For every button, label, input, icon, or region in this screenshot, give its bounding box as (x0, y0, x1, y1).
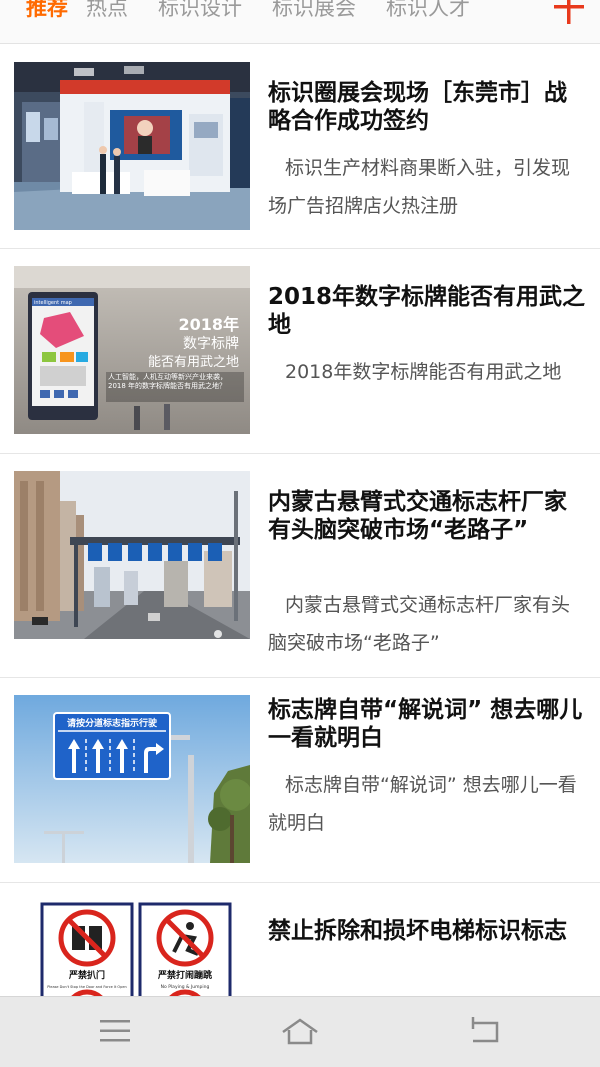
back-icon (471, 1017, 499, 1043)
tab-sign-expo[interactable]: 标识展会 (272, 0, 356, 28)
article-thumbnail: 请按分道标志指示行驶 (14, 695, 250, 863)
news-item[interactable]: intelligent map 2018年 数字标牌 能否有用武之地 人工智能，… (0, 249, 600, 454)
news-item[interactable]: 标识圈展会现场［东莞市］战略合作成功签约 标识生产材料商果断入驻，引发现场广告招… (0, 45, 600, 249)
home-icon (282, 1018, 318, 1045)
menu-icon (100, 1020, 130, 1042)
article-thumbnail: 严禁扒门 Please Don't Stop the Door and Forc… (14, 900, 250, 996)
menu-button[interactable] (95, 1015, 135, 1047)
article-thumbnail (14, 62, 250, 230)
sign1-label-en: Please Don't Stop the Door and Force It … (47, 985, 127, 989)
system-navigation-bar (0, 996, 600, 1067)
home-button[interactable] (280, 1015, 320, 1047)
article-summary: 2018年数字标牌能否有用武之地 (285, 361, 562, 383)
image-heading-line2: 数字标牌 (183, 335, 239, 352)
news-item[interactable]: 请按分道标志指示行驶 标志牌自带“解说词” 想去哪儿一看就明白 标志牌自带“解说… (0, 678, 600, 883)
tab-hot[interactable]: 热点 (86, 0, 128, 28)
article-thumbnail: intelligent map 2018年 数字标牌 能否有用武之地 人工智能，… (14, 266, 250, 434)
back-button[interactable] (465, 1015, 505, 1047)
tab-recommended[interactable]: 推荐 (26, 0, 68, 28)
article-thumbnail (14, 471, 250, 639)
image-heading-year: 2018年 (178, 315, 239, 334)
news-item[interactable]: 严禁扒门 Please Don't Stop the Door and Forc… (0, 883, 600, 996)
article-title[interactable]: 标志牌自带“解说词” 想去哪儿一看就明白 (268, 696, 586, 752)
article-title[interactable]: 标识圈展会现场［东莞市］战略合作成功签约 (268, 79, 586, 135)
category-tab-bar: 推荐 热点 标识设计 标识展会 标识人才 (0, 0, 600, 44)
kiosk-header-text: intelligent map (34, 300, 72, 306)
sign2-label: 严禁打闹蹦跳 (157, 969, 212, 981)
sign2-label-en: No Playing & Jumping (161, 984, 210, 990)
image-heading-line3: 能否有用武之地 (148, 355, 239, 370)
category-tabs: 推荐 热点 标识设计 标识展会 标识人才 (26, 0, 500, 28)
article-summary: 标志牌自带“解说词” 想去哪儿一看就明白 (268, 774, 577, 834)
news-item[interactable]: 内蒙古悬臂式交通标志杆厂家有头脑突破市场“老路子” 内蒙古悬臂式交通标志杆厂家有… (0, 454, 600, 678)
article-summary: 内蒙古悬臂式交通标志杆厂家有头脑突破市场“老路子” (268, 594, 571, 654)
article-title[interactable]: 禁止拆除和损坏电梯标识标志 (268, 917, 586, 945)
add-category-button[interactable] (552, 0, 586, 28)
article-title[interactable]: 2018年数字标牌能否有用武之地 (268, 283, 586, 339)
tab-sign-design[interactable]: 标识设计 (158, 0, 242, 28)
news-feed[interactable]: 标识圈展会现场［东莞市］战略合作成功签约 标识生产材料商果断入驻，引发现场广告招… (0, 45, 600, 996)
sign1-label: 严禁扒门 (68, 969, 105, 981)
sign-text: 请按分道标志指示行驶 (67, 717, 158, 729)
article-summary: 标识生产材料商果断入驻，引发现场广告招牌店火热注册 (268, 157, 571, 217)
plus-icon (554, 0, 584, 24)
app-screen: 推荐 热点 标识设计 标识展会 标识人才 标识圈展会现场［东莞市］战略合作成功签… (0, 0, 600, 1067)
article-title[interactable]: 内蒙古悬臂式交通标志杆厂家有头脑突破市场“老路子” (268, 488, 586, 544)
image-caption: 人工智能，人机互动等新兴产业来袭，2018 年的数字标牌能否有用武之地？ (108, 373, 227, 390)
tab-sign-talent[interactable]: 标识人才 (386, 0, 470, 28)
